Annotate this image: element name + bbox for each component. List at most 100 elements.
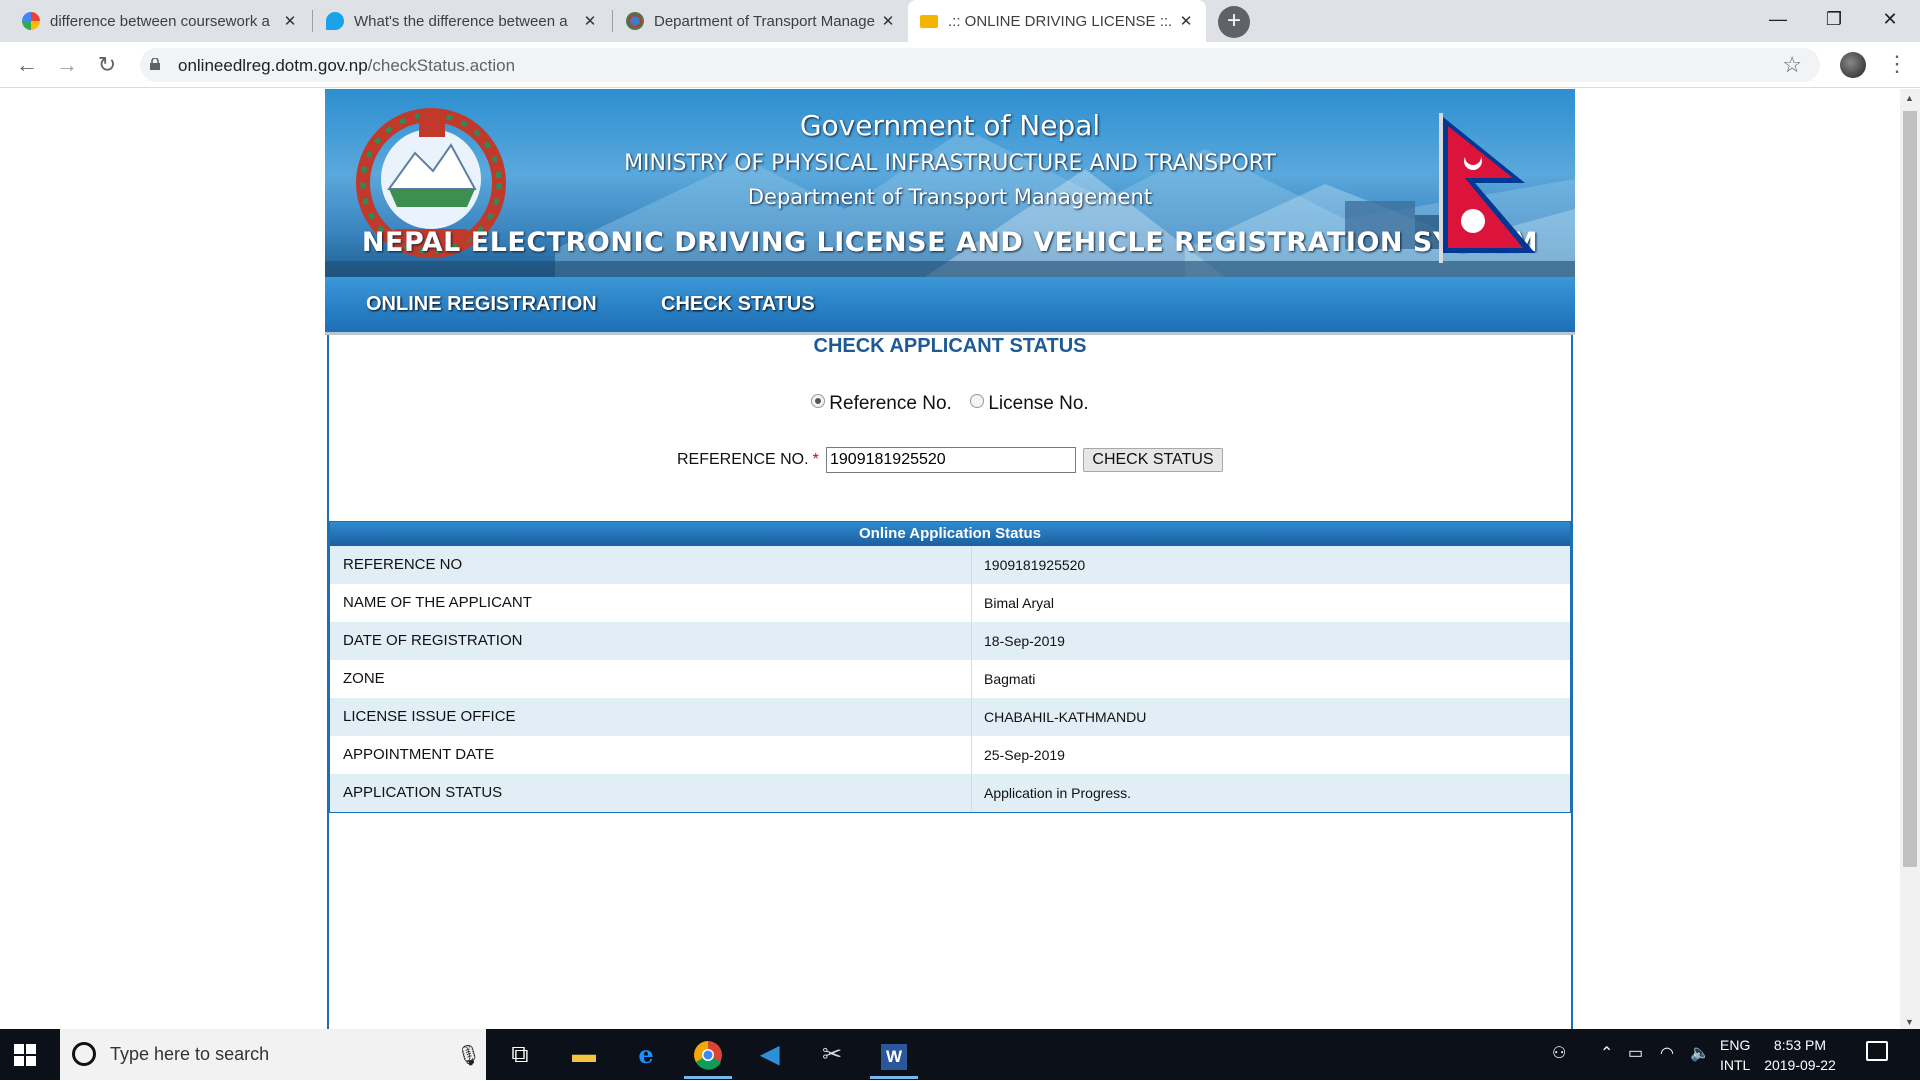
people-icon[interactable]: ⚇: [1552, 1043, 1566, 1063]
close-window-button[interactable]: ✕: [1862, 0, 1918, 42]
table-row: APPOINTMENT DATE 25-Sep-2019: [330, 736, 1570, 774]
table-row: DATE OF REGISTRATION 18-Sep-2019: [330, 622, 1570, 660]
row-value: Application in Progress.: [984, 785, 1132, 801]
reload-icon[interactable]: ↻: [91, 49, 123, 81]
forward-arrow-icon[interactable]: →: [51, 49, 83, 81]
tab-separator: [312, 10, 313, 32]
banner-government-title: Government of Nepal: [799, 109, 1101, 142]
table-row: LICENSE ISSUE OFFICE CHABAHIL-KATHMANDU: [330, 698, 1570, 736]
row-value: Bagmati: [984, 671, 1036, 687]
main-navbar: ONLINE REGISTRATION CHECK STATUS: [325, 277, 1575, 335]
content-panel: CHECK APPLICANT STATUS Reference No. Lic…: [327, 335, 1573, 1029]
browser-tab[interactable]: What's the difference between a ✕: [314, 0, 610, 42]
clock-date: 2019-09-22: [1764, 1057, 1836, 1073]
wifi-icon[interactable]: ◠: [1660, 1043, 1674, 1063]
nepal-flag-icon: [1439, 113, 1535, 263]
row-label: APPOINTMENT DATE: [330, 736, 972, 774]
row-label: REFERENCE NO: [330, 546, 972, 584]
chrome-icon[interactable]: [684, 1037, 732, 1079]
reference-label: REFERENCE NO. *: [677, 451, 819, 469]
row-label: DATE OF REGISTRATION: [330, 622, 972, 660]
close-icon[interactable]: ✕: [280, 12, 300, 30]
table-row: NAME OF THE APPLICANT Bimal Aryal: [330, 584, 1570, 622]
file-explorer-icon[interactable]: ▬: [560, 1037, 608, 1077]
page-container: Government of Nepal MINISTRY OF PHYSICAL…: [325, 89, 1575, 1029]
edge-browser-icon[interactable]: e: [622, 1037, 670, 1077]
new-tab-button[interactable]: +: [1218, 6, 1250, 38]
banner-ministry-title: MINISTRY OF PHYSICAL INFRASTRUCTURE AND …: [624, 151, 1276, 176]
close-icon[interactable]: ✕: [1176, 12, 1196, 30]
action-center-icon[interactable]: [1866, 1041, 1888, 1061]
browser-tab-active[interactable]: .:: ONLINE DRIVING LICENSE ::. ✕: [908, 0, 1206, 42]
reference-input[interactable]: [826, 447, 1076, 473]
license-radio[interactable]: [970, 394, 985, 408]
row-label: LICENSE ISSUE OFFICE: [330, 698, 972, 736]
keyboard-layout: INTL: [1720, 1057, 1751, 1073]
scroll-thumb[interactable]: [1903, 111, 1917, 867]
url-path: /checkStatus.action: [367, 56, 516, 75]
url-domain: onlineedlreg.dotm.gov.np: [178, 56, 368, 75]
check-status-button[interactable]: CHECK STATUS: [1083, 448, 1223, 472]
quora-icon: [326, 12, 344, 30]
nav-online-registration[interactable]: ONLINE REGISTRATION: [366, 293, 597, 316]
tab-title: Department of Transport Manage: [654, 12, 875, 30]
license-card-icon: [920, 14, 938, 28]
google-icon: [22, 12, 40, 30]
status-table-header: Online Application Status: [330, 522, 1570, 546]
reference-radio-label[interactable]: Reference No.: [829, 393, 952, 414]
row-label: NAME OF THE APPLICANT: [330, 584, 972, 622]
browser-tab[interactable]: Department of Transport Manage ✕: [614, 0, 908, 42]
search-placeholder: Type here to search: [110, 1044, 270, 1064]
emblem-icon: [626, 12, 644, 30]
taskbar-search-box[interactable]: Type here to search 🎙: [60, 1029, 486, 1080]
system-clock[interactable]: 8:53 PM 2019-09-22: [1760, 1035, 1840, 1075]
page-scrollbar[interactable]: ▲ ▼: [1900, 89, 1920, 1029]
windows-start-icon[interactable]: [14, 1044, 36, 1066]
menu-dots-icon[interactable]: ⋮: [1886, 52, 1908, 76]
restore-button[interactable]: ❐: [1806, 0, 1862, 42]
url-text: onlineedlreg.dotm.gov.np/checkStatus.act…: [178, 56, 515, 76]
task-view-icon[interactable]: ⧉: [496, 1037, 544, 1077]
microphone-icon[interactable]: 🎙: [456, 1043, 481, 1068]
status-table-body: REFERENCE NO 1909181925520 NAME OF THE AP…: [330, 546, 1570, 812]
profile-avatar[interactable]: [1840, 52, 1866, 78]
cortana-icon: [72, 1042, 96, 1066]
banner-system-title: NEPAL ELECTRONIC DRIVING LICENSE AND VEH…: [361, 227, 1539, 258]
row-label: APPLICATION STATUS: [330, 774, 972, 812]
search-type-radio-group: Reference No. License No.: [329, 393, 1571, 415]
input-language-indicator[interactable]: ENG INTL: [1720, 1035, 1750, 1075]
volume-icon[interactable]: 🔈: [1690, 1043, 1710, 1063]
browser-tab[interactable]: difference between coursework a ✕: [10, 0, 310, 42]
back-arrow-icon[interactable]: ←: [11, 49, 43, 81]
table-row: ZONE Bagmati: [330, 660, 1570, 698]
row-value: CHABAHIL-KATHMANDU: [984, 709, 1147, 725]
scroll-up-arrow-icon[interactable]: ▲: [1905, 93, 1914, 103]
minimize-button[interactable]: —: [1750, 0, 1806, 42]
close-icon[interactable]: ✕: [580, 12, 600, 30]
windows-taskbar: Type here to search 🎙 ⧉ ▬ e ◀ ✂ W ⚇ ⌃ ▭ …: [0, 1029, 1920, 1080]
clock-time: 8:53 PM: [1773, 1037, 1827, 1053]
banner-department-title: Department of Transport Management: [747, 185, 1153, 209]
show-hidden-icons-chevron-icon[interactable]: ⌃: [1600, 1043, 1613, 1063]
vscode-icon[interactable]: ◀: [746, 1037, 794, 1077]
table-row: APPLICATION STATUS Application in Progres…: [330, 774, 1570, 812]
row-label: ZONE: [330, 660, 972, 698]
close-icon[interactable]: ✕: [878, 12, 898, 30]
scroll-down-arrow-icon[interactable]: ▼: [1905, 1017, 1914, 1027]
reference-label-text: REFERENCE NO.: [677, 451, 809, 468]
word-icon[interactable]: W: [870, 1037, 918, 1079]
site-banner: Government of Nepal MINISTRY OF PHYSICAL…: [325, 89, 1575, 277]
tab-separator: [612, 10, 613, 32]
row-value: 25-Sep-2019: [984, 747, 1065, 763]
reference-radio[interactable]: [811, 394, 826, 408]
battery-icon[interactable]: ▭: [1628, 1043, 1643, 1063]
tab-title: What's the difference between a: [354, 12, 568, 30]
row-value: 1909181925520: [984, 557, 1086, 573]
page-title: CHECK APPLICANT STATUS: [813, 335, 1087, 357]
bookmark-star-icon[interactable]: ☆: [1782, 52, 1802, 78]
snipping-tool-icon[interactable]: ✂: [808, 1037, 856, 1077]
tab-title: .:: ONLINE DRIVING LICENSE ::.: [948, 12, 1173, 30]
nav-check-status[interactable]: CHECK STATUS: [661, 293, 815, 316]
license-radio-label[interactable]: License No.: [988, 393, 1088, 414]
address-bar[interactable]: onlineedlreg.dotm.gov.np/checkStatus.act…: [140, 48, 1820, 82]
